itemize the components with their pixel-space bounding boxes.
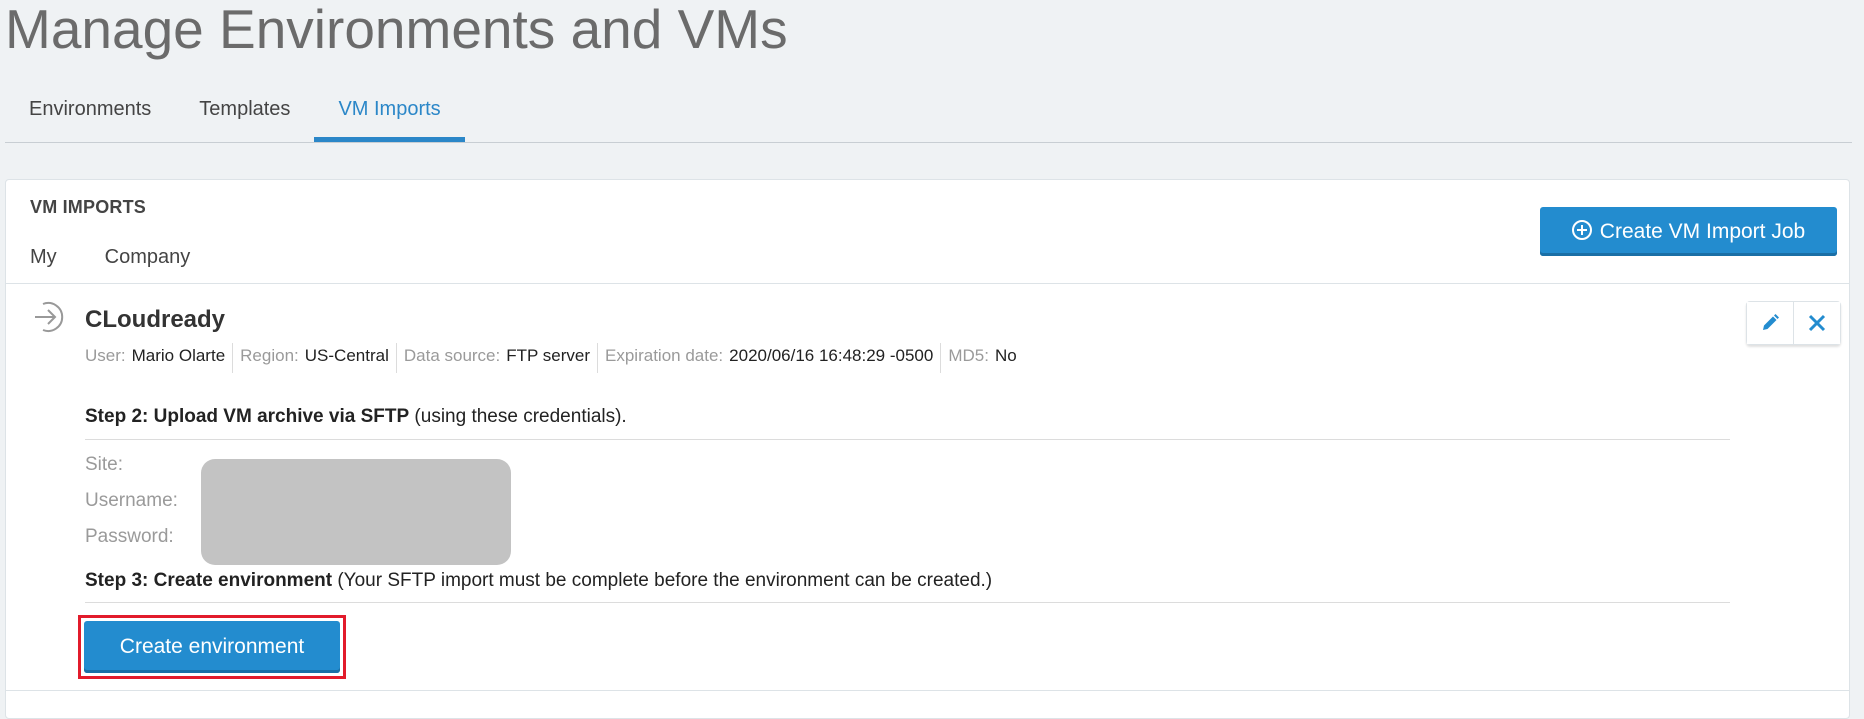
step-3-text: Step 3: Create environment (Your SFTP im… xyxy=(85,570,992,592)
step-3-note: (Your SFTP import must be complete befor… xyxy=(332,570,993,591)
meta-md5: MD5: No xyxy=(940,343,1023,373)
meta-expiration-date: Expiration date: 2020/06/16 16:48:29 -050… xyxy=(597,343,940,373)
main-tabs: Environments Templates VM Imports xyxy=(5,84,1852,143)
import-arrow-icon xyxy=(35,302,64,332)
password-label: Password: xyxy=(85,526,174,547)
step-2-heading: Step 2: Upload VM archive via SFTP xyxy=(85,406,410,427)
meta-value: Mario Olarte xyxy=(131,346,226,365)
entry-title: CLoudready xyxy=(85,306,226,333)
meta-label: User: xyxy=(85,346,126,365)
subtabs: My Company xyxy=(30,246,238,269)
username-label: Username: xyxy=(85,490,178,511)
meta-label: Region: xyxy=(240,346,299,365)
vm-imports-card: VM IMPORTS My Company Create VM Import J… xyxy=(5,179,1850,719)
card-header: VM IMPORTS My Company Create VM Import J… xyxy=(6,180,1849,284)
divider xyxy=(6,690,1849,691)
subtab-my[interactable]: My xyxy=(30,246,57,269)
tab-templates[interactable]: Templates xyxy=(175,84,314,142)
divider xyxy=(85,602,1730,603)
meta-value: FTP server xyxy=(506,346,591,365)
meta-label: MD5: xyxy=(948,346,989,365)
meta-label: Expiration date: xyxy=(605,346,724,365)
step-3-heading: Step 3: Create environment xyxy=(85,570,333,591)
plus-circle-icon xyxy=(1571,219,1592,240)
meta-user: User: Mario Olarte xyxy=(85,343,232,373)
meta-value: 2020/06/16 16:48:29 -0500 xyxy=(729,346,934,365)
create-environment-button[interactable]: Create environment xyxy=(84,621,340,673)
tab-vm-imports[interactable]: VM Imports xyxy=(314,84,465,142)
pencil-icon xyxy=(1763,314,1779,330)
meta-region: Region: US-Central xyxy=(232,343,396,373)
step-2-text: Step 2: Upload VM archive via SFTP (usin… xyxy=(85,406,627,428)
entry-actions xyxy=(1746,301,1841,345)
step-2-note: (using these credentials). xyxy=(409,406,627,427)
delete-button[interactable] xyxy=(1793,302,1840,344)
redacted-credentials xyxy=(201,459,511,565)
create-vm-import-job-button[interactable]: Create VM Import Job xyxy=(1540,207,1837,256)
tab-environments[interactable]: Environments xyxy=(5,84,175,142)
create-vm-import-job-label: Create VM Import Job xyxy=(1599,219,1806,243)
meta-value: US-Central xyxy=(304,346,389,365)
meta-label: Data source: xyxy=(403,346,501,365)
divider xyxy=(85,439,1730,440)
meta-data-source: Data source: FTP server xyxy=(395,343,597,373)
entry-meta: User: Mario Olarte Region: US-Central Data… xyxy=(85,343,1024,373)
subtab-company[interactable]: Company xyxy=(105,246,191,269)
edit-button[interactable] xyxy=(1747,302,1793,344)
site-label: Site: xyxy=(85,454,124,475)
close-icon xyxy=(1808,314,1826,332)
page-title: Manage Environments and VMs xyxy=(5,0,788,60)
meta-value: No xyxy=(994,346,1017,365)
section-title: VM IMPORTS xyxy=(30,197,147,217)
